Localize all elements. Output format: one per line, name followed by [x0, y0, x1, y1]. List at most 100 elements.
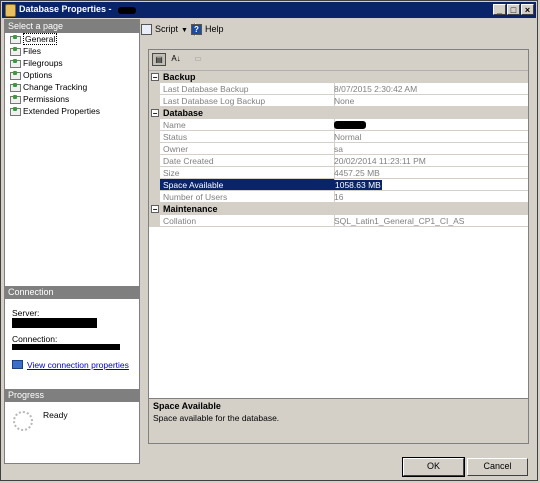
category-database[interactable]: − Database	[149, 107, 528, 119]
row-gutter	[149, 167, 160, 179]
progress-header: Progress	[5, 389, 139, 402]
row-gutter	[149, 191, 160, 203]
page-icon	[10, 59, 21, 68]
collapse-icon[interactable]: −	[151, 73, 159, 82]
ok-button[interactable]: OK	[402, 457, 465, 477]
property-value: Normal	[333, 131, 528, 143]
description-text: Space available for the database.	[153, 413, 280, 423]
connection-header: Connection	[5, 286, 139, 299]
property-row[interactable]: Last Database Log Backup None	[149, 95, 528, 107]
page-item-label: Files	[23, 46, 41, 56]
property-value: sa	[333, 143, 528, 155]
page-icon	[10, 107, 21, 116]
script-icon	[141, 24, 152, 36]
page-list: General Files Filegroups Options Change …	[5, 33, 139, 117]
row-gutter	[149, 215, 160, 227]
title-bar[interactable]: Database Properties - _ □ ×	[2, 2, 536, 18]
category-label: Backup	[163, 72, 196, 82]
property-row[interactable]: Number of Users 16	[149, 191, 528, 203]
progress-spinner-icon	[13, 411, 33, 431]
maximize-button[interactable]: □	[507, 4, 520, 15]
category-maintenance[interactable]: − Maintenance	[149, 203, 528, 215]
property-row[interactable]: Owner sa	[149, 143, 528, 155]
page-item-label: Filegroups	[23, 58, 63, 68]
property-row[interactable]: Date Created 20/02/2014 11:23:11 PM	[149, 155, 528, 167]
toolbar: Script ▼ ? Help	[139, 19, 535, 39]
row-gutter	[149, 155, 160, 167]
page-icon	[10, 35, 21, 44]
view-connection-properties-label: View connection properties	[27, 359, 129, 370]
redacted-database-name	[118, 7, 136, 14]
page-item-label: Options	[23, 70, 53, 80]
page-item-files[interactable]: Files	[5, 45, 139, 57]
page-icon	[10, 83, 21, 92]
progress-section: Progress Ready	[5, 389, 139, 463]
property-row-selected[interactable]: Space Available 1058.63 MB	[149, 179, 528, 191]
minimize-button[interactable]: _	[493, 4, 506, 15]
property-row[interactable]: Status Normal	[149, 131, 528, 143]
description-panel: Space Available Space available for the …	[149, 398, 528, 443]
property-row[interactable]: Collation SQL_Latin1_General_CP1_CI_AS	[149, 215, 528, 227]
property-name: Last Database Backup	[160, 83, 335, 95]
property-grid: − Backup Last Database Backup 8/07/2015 …	[149, 71, 528, 227]
property-value: 16	[333, 191, 528, 203]
page-item-filegroups[interactable]: Filegroups	[5, 57, 139, 69]
help-button[interactable]: ? Help	[191, 21, 224, 37]
select-page-header: Select a page	[5, 20, 139, 33]
property-row[interactable]: Name	[149, 119, 528, 131]
page-icon	[10, 95, 21, 104]
page-item-change-tracking[interactable]: Change Tracking	[5, 81, 139, 93]
description-title: Space Available	[153, 401, 221, 411]
category-label: Database	[163, 108, 204, 118]
property-value: 1058.63 MB	[333, 179, 528, 191]
page-item-general[interactable]: General	[5, 33, 139, 45]
property-name: Space Available	[160, 179, 335, 191]
property-value: None	[333, 95, 528, 107]
property-name: Last Database Log Backup	[160, 95, 335, 107]
categorized-view-icon[interactable]: ▤	[152, 53, 166, 66]
property-name: Owner	[160, 143, 335, 155]
property-name: Collation	[160, 215, 335, 227]
property-pages-icon[interactable]: ▭	[191, 53, 205, 66]
window-title: Database Properties -	[19, 4, 112, 14]
row-gutter	[149, 95, 160, 107]
page-item-extended-properties[interactable]: Extended Properties	[5, 105, 139, 117]
script-button[interactable]: Script ▼	[141, 21, 188, 37]
left-pane: Select a page General Files Filegroups O…	[4, 19, 140, 464]
help-label: Help	[205, 24, 224, 34]
alphabetical-sort-icon[interactable]: A↓	[169, 53, 183, 66]
help-icon: ?	[191, 24, 202, 36]
property-value: SQL_Latin1_General_CP1_CI_AS	[333, 215, 528, 227]
property-grid-frame: ▤ A↓ ▭ − Backup Last Database Backup 8/0…	[148, 49, 529, 444]
property-grid-toolbar: ▤ A↓ ▭	[149, 50, 528, 71]
row-gutter	[149, 131, 160, 143]
row-gutter	[149, 143, 160, 155]
page-item-options[interactable]: Options	[5, 69, 139, 81]
connection-label: Connection:	[12, 334, 58, 344]
redacted-database-name-value	[334, 121, 366, 129]
collapse-icon[interactable]: −	[151, 205, 159, 214]
script-label: Script	[155, 24, 179, 34]
server-label: Server:	[12, 308, 40, 318]
property-name: Date Created	[160, 155, 335, 167]
cancel-button[interactable]: Cancel	[467, 458, 528, 476]
connection-properties-icon	[12, 360, 23, 370]
property-value: 20/02/2014 11:23:11 PM	[333, 155, 528, 167]
connection-section: Connection Server: Connection: View conn…	[5, 286, 139, 386]
category-backup[interactable]: − Backup	[149, 71, 528, 83]
page-item-permissions[interactable]: Permissions	[5, 93, 139, 105]
dropdown-arrow-icon[interactable]: ▼	[181, 23, 188, 39]
property-value	[333, 119, 528, 131]
row-gutter	[149, 179, 160, 191]
view-connection-properties-link[interactable]: View connection properties	[12, 359, 129, 370]
redacted-connection-name	[12, 344, 120, 350]
page-item-label: Extended Properties	[23, 106, 101, 116]
property-value: 4457.25 MB	[333, 167, 528, 179]
row-gutter	[149, 119, 160, 131]
property-row[interactable]: Last Database Backup 8/07/2015 2:30:42 A…	[149, 83, 528, 95]
property-name: Status	[160, 131, 335, 143]
category-label: Maintenance	[163, 204, 218, 214]
close-button[interactable]: ×	[521, 4, 534, 15]
property-row[interactable]: Size 4457.25 MB	[149, 167, 528, 179]
collapse-icon[interactable]: −	[151, 109, 159, 118]
